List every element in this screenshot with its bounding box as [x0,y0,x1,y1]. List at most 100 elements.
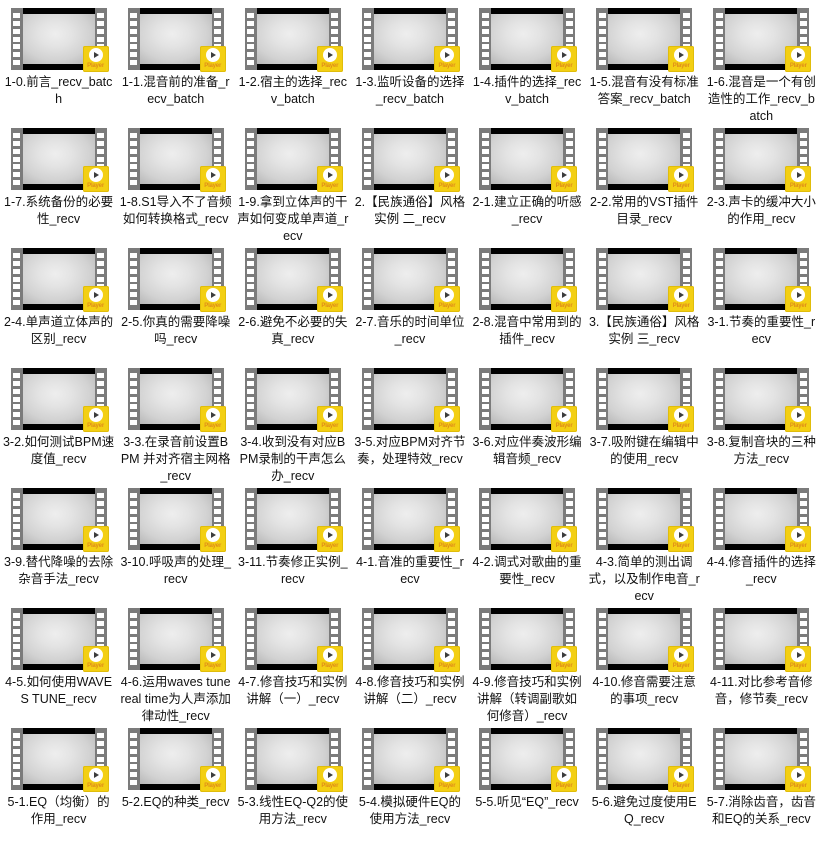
video-thumbnail-icon[interactable]: Player [713,488,812,552]
file-item-12[interactable]: Player 2-2.常用的VST插件目录_recv [586,120,703,240]
video-thumbnail-icon[interactable]: Player [713,608,812,672]
file-item-7[interactable]: Player 1-7.系统备份的必要性_recv [0,120,117,240]
video-thumbnail-icon[interactable]: Player [713,728,812,792]
file-item-30[interactable]: Player 3-11.节奏修正实例_recv [234,480,351,600]
file-item-11[interactable]: Player 2-1.建立正确的听感_recv [469,120,586,240]
file-item-40[interactable]: Player 4-10.修音需要注意的事项_recv [586,600,703,720]
video-thumbnail-icon[interactable]: Player [127,8,226,72]
video-thumbnail-icon[interactable]: Player [244,608,343,672]
file-item-23[interactable]: Player 3-4.收到没有对应BPM录制的干声怎么办_recv [234,360,351,483]
file-item-48[interactable]: Player 5-7.消除齿音，齿音和EQ的关系_recv [703,720,820,840]
file-item-44[interactable]: Player 5-3.线性EQ-Q2的使用方法_recv [234,720,351,840]
file-item-24[interactable]: Player 3-5.对应BPM对齐节奏，处理特效_recv [351,360,468,480]
video-thumbnail-icon[interactable]: Player [361,128,460,192]
video-thumbnail-icon[interactable]: Player [479,368,578,432]
video-thumbnail-icon[interactable]: Player [244,368,343,432]
video-thumbnail-icon[interactable]: Player [713,248,812,312]
play-icon [791,168,806,182]
file-item-4[interactable]: Player 1-4.插件的选择_recv_batch [469,0,586,120]
file-item-45[interactable]: Player 5-4.模拟硬件EQ的使用方法_recv [351,720,468,840]
video-thumbnail-icon[interactable]: Player [361,728,460,792]
video-thumbnail-icon[interactable]: Player [479,128,578,192]
video-thumbnail-icon[interactable]: Player [10,248,109,312]
file-item-26[interactable]: Player 3-7.吸附键在编辑中的使用_recv [586,360,703,480]
file-item-39[interactable]: Player 4-9.修音技巧和实例讲解（转调副歌如何修音）_recv [469,600,586,723]
file-item-31[interactable]: Player 4-1.音准的重要性_recv [351,480,468,600]
file-item-18[interactable]: Player 2-8.混音中常用到的插件_recv [469,240,586,360]
video-thumbnail-icon[interactable]: Player [361,248,460,312]
video-thumbnail-icon[interactable]: Player [10,368,109,432]
file-item-37[interactable]: Player 4-7.修音技巧和实例讲解（一）_recv [234,600,351,720]
file-item-38[interactable]: Player 4-8.修音技巧和实例讲解（二）_recv [351,600,468,720]
file-item-35[interactable]: Player 4-5.如何使用WAVES TUNE_recv [0,600,117,720]
video-thumbnail-icon[interactable]: Player [596,248,695,312]
video-thumbnail-icon[interactable]: Player [596,728,695,792]
file-item-8[interactable]: Player 1-8.S1导入不了音频如何转换格式_recv [117,120,234,240]
file-item-22[interactable]: Player 3-3.在录音前设置BPM 并对齐宿主网格_recv [117,360,234,483]
file-item-46[interactable]: Player 5-5.听见“EQ”_recv [469,720,586,840]
file-item-33[interactable]: Player 4-3.简单的测出调式，以及制作电音_recv [586,480,703,603]
video-thumbnail-icon[interactable]: Player [10,488,109,552]
file-item-13[interactable]: Player 2-3.声卡的缓冲大小的作用_recv [703,120,820,240]
file-item-25[interactable]: Player 3-6.对应伴奏波形编辑音频_recv [469,360,586,480]
file-item-15[interactable]: Player 2-5.你真的需要降噪吗_recv [117,240,234,360]
file-item-34[interactable]: Player 4-4.修音插件的选择_recv [703,480,820,600]
file-item-16[interactable]: Player 2-6.避免不必要的失真_recv [234,240,351,360]
video-thumbnail-icon[interactable]: Player [479,488,578,552]
file-item-2[interactable]: Player 1-2.宿主的选择_recv_batch [234,0,351,120]
file-item-41[interactable]: Player 4-11.对比参考音修音，修节奏_recv [703,600,820,720]
video-thumbnail-icon[interactable]: Player [127,488,226,552]
file-item-19[interactable]: Player 3.【民族通俗】风格实例 三_recv [586,240,703,360]
video-thumbnail-icon[interactable]: Player [713,368,812,432]
video-thumbnail-icon[interactable]: Player [596,608,695,672]
video-thumbnail-icon[interactable]: Player [596,128,695,192]
video-thumbnail-icon[interactable]: Player [244,728,343,792]
player-overlay-badge: Player [785,166,812,192]
video-thumbnail-icon[interactable]: Player [361,8,460,72]
file-item-42[interactable]: Player 5-1.EQ（均衡）的作用_recv [0,720,117,840]
video-thumbnail-icon[interactable]: Player [244,8,343,72]
file-item-9[interactable]: Player 1-9.拿到立体声的干声如何变成单声道_recv [234,120,351,243]
video-thumbnail-icon[interactable]: Player [596,368,695,432]
file-item-36[interactable]: Player 4-6.运用waves tune real time为人声添加律动… [117,600,234,723]
file-item-29[interactable]: Player 3-10.呼吸声的处理_recv [117,480,234,600]
video-thumbnail-icon[interactable]: Player [713,128,812,192]
file-item-5[interactable]: Player 1-5.混音有没有标准答案_recv_batch [586,0,703,120]
video-thumbnail-icon[interactable]: Player [10,728,109,792]
file-item-43[interactable]: Player 5-2.EQ的种类_recv [117,720,234,840]
video-thumbnail-icon[interactable]: Player [244,248,343,312]
video-thumbnail-icon[interactable]: Player [479,728,578,792]
video-thumbnail-icon[interactable]: Player [713,8,812,72]
video-thumbnail-icon[interactable]: Player [127,248,226,312]
video-thumbnail-icon[interactable]: Player [244,128,343,192]
file-item-14[interactable]: Player 2-4.单声道立体声的区别_recv [0,240,117,360]
file-item-1[interactable]: Player 1-1.混音前的准备_recv_batch [117,0,234,120]
video-thumbnail-icon[interactable]: Player [127,728,226,792]
file-item-21[interactable]: Player 3-2.如何测试BPM速度值_recv [0,360,117,480]
file-item-0[interactable]: Player 1-0.前言_recv_batch [0,0,117,120]
file-item-20[interactable]: Player 3-1.节奏的重要性_recv [703,240,820,360]
video-thumbnail-icon[interactable]: Player [10,8,109,72]
video-thumbnail-icon[interactable]: Player [479,8,578,72]
video-thumbnail-icon[interactable]: Player [10,608,109,672]
file-item-32[interactable]: Player 4-2.调式对歌曲的重要性_recv [469,480,586,600]
video-thumbnail-icon[interactable]: Player [244,488,343,552]
file-item-28[interactable]: Player 3-9.替代降噪的去除杂音手法_recv [0,480,117,600]
file-item-3[interactable]: Player 1-3.监听设备的选择_recv_batch [351,0,468,120]
video-thumbnail-icon[interactable]: Player [596,8,695,72]
video-thumbnail-icon[interactable]: Player [361,368,460,432]
video-thumbnail-icon[interactable]: Player [479,608,578,672]
video-thumbnail-icon[interactable]: Player [127,368,226,432]
video-thumbnail-icon[interactable]: Player [127,128,226,192]
video-thumbnail-icon[interactable]: Player [361,608,460,672]
video-thumbnail-icon[interactable]: Player [479,248,578,312]
file-item-10[interactable]: Player 2.【民族通俗】风格实例 二_recv [351,120,468,240]
video-thumbnail-icon[interactable]: Player [127,608,226,672]
file-item-27[interactable]: Player 3-8.复制音块的三种方法_recv [703,360,820,480]
file-item-6[interactable]: Player 1-6.混音是一个有创造性的工作_recv_batch [703,0,820,123]
video-thumbnail-icon[interactable]: Player [596,488,695,552]
file-item-17[interactable]: Player 2-7.音乐的时间单位_recv [351,240,468,360]
file-item-47[interactable]: Player 5-6.避免过度使用EQ_recv [586,720,703,840]
video-thumbnail-icon[interactable]: Player [361,488,460,552]
video-thumbnail-icon[interactable]: Player [10,128,109,192]
